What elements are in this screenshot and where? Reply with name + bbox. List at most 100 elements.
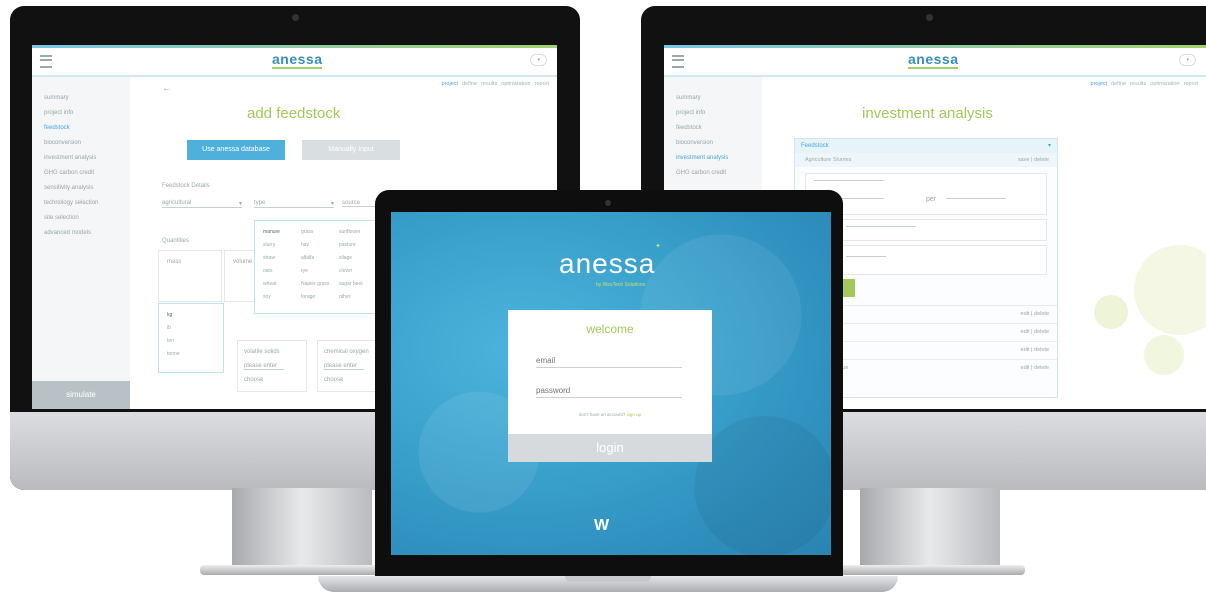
signup-prompt-text: don't have an account? — [578, 412, 626, 417]
chemical-oxygen-input[interactable]: please enter — [324, 363, 364, 370]
signup-link[interactable]: sign up — [627, 412, 642, 417]
nav-link[interactable]: project — [442, 81, 459, 87]
type-select[interactable]: type ▾ — [254, 200, 334, 208]
dropdown-option[interactable]: tonne — [167, 351, 180, 357]
sidebar-item[interactable]: investment analysis — [32, 151, 130, 166]
sidebar-item[interactable]: bioconversion — [664, 136, 762, 151]
sidebar-item[interactable]: technology selection — [32, 196, 130, 211]
dropdown-option[interactable]: slurry — [263, 242, 275, 248]
dropdown-option[interactable]: grass — [301, 229, 313, 235]
hamburger-menu-icon[interactable] — [672, 55, 684, 68]
feedstock-details-label: Feedstock Details — [162, 183, 210, 189]
webcam — [292, 14, 299, 21]
dropdown-option[interactable]: forage — [301, 294, 315, 300]
mass-label: mass — [167, 259, 182, 265]
sidebar-items: summary project info feedstock bioconversio… — [664, 91, 762, 181]
chemical-oxygen-unit[interactable]: choose — [324, 377, 343, 383]
caret-down-icon: ▾ — [238, 201, 242, 207]
email-field[interactable] — [536, 354, 682, 368]
nav-link[interactable]: define — [1111, 81, 1126, 87]
sidebar-item[interactable]: GHG carbon credit — [664, 166, 762, 181]
nav-link[interactable]: results — [481, 81, 497, 87]
hamburger-menu-icon[interactable] — [40, 55, 52, 68]
dropdown-option[interactable]: manure — [263, 229, 280, 235]
dropdown-option[interactable]: pasture — [339, 242, 356, 248]
panel-header[interactable]: Feedstock ▾ — [795, 139, 1057, 153]
right-monitor-foot — [825, 565, 1025, 575]
manual-input-button[interactable]: Manually Input — [302, 140, 400, 160]
dropdown-option[interactable]: other — [339, 294, 350, 300]
user-menu[interactable]: ▾ — [530, 54, 547, 66]
nav-link[interactable]: results — [1130, 81, 1146, 87]
sidebar-item[interactable]: advanced models — [32, 226, 130, 241]
decorative-bubble — [1144, 335, 1184, 375]
left-monitor-stand — [232, 488, 372, 568]
dropdown-option[interactable]: Napier grass — [301, 281, 329, 287]
password-field[interactable] — [536, 384, 682, 398]
decorative-bubble — [1134, 245, 1206, 335]
dropdown-option[interactable]: silage — [339, 255, 352, 261]
dropdown-option[interactable]: straw — [263, 255, 275, 261]
category-select[interactable]: agricultural ▾ — [162, 200, 242, 208]
row-actions[interactable]: edit | delete — [1021, 342, 1049, 359]
category-value: agricultural — [162, 200, 192, 206]
sidebar-item[interactable]: summary — [32, 91, 130, 106]
sidebar-item[interactable]: project info — [32, 106, 130, 121]
nav-link[interactable]: define — [462, 81, 477, 87]
app-header: anessa ▾ — [32, 45, 557, 77]
sidebar-item[interactable]: site selection — [32, 211, 130, 226]
sidebar-item[interactable]: GHG carbon credit — [32, 166, 130, 181]
dropdown-option[interactable]: hay — [301, 242, 309, 248]
type-dropdown: manure grass sunflower slurry hay pasture stra… — [254, 220, 376, 314]
header-accent-line — [32, 45, 557, 48]
nav-link[interactable]: report — [535, 81, 549, 87]
option-select[interactable] — [846, 256, 886, 257]
per-label: per — [926, 196, 937, 203]
tagline: by WesTech Solutions — [596, 282, 646, 288]
volatile-solids-input[interactable]: please enter — [244, 363, 284, 370]
type-label: type — [254, 200, 266, 206]
dropdown-option[interactable]: kg — [167, 312, 172, 318]
row-name: Agriculture Slurries — [805, 157, 852, 163]
nav-link[interactable]: project — [1091, 81, 1108, 87]
sidebar-item[interactable]: investment analysis — [664, 151, 762, 166]
dropdown-option[interactable]: wheat — [263, 281, 276, 287]
dropdown-option[interactable]: lb — [167, 325, 171, 331]
feedstock-row: Agriculture Slurries save | delete — [795, 153, 1057, 167]
sidebar-item[interactable]: bioconversion — [32, 136, 130, 151]
decorative-bubble — [1094, 295, 1128, 329]
login-button[interactable]: login — [508, 434, 712, 462]
sidebar-item[interactable]: feedstock — [664, 121, 762, 136]
period-select[interactable] — [946, 198, 1006, 199]
row-actions[interactable]: edit | delete — [1021, 360, 1049, 377]
nav-link[interactable]: optimization — [1150, 81, 1179, 87]
dropdown-option[interactable]: soy — [263, 294, 271, 300]
dropdown-option[interactable]: oats — [263, 268, 272, 274]
dropdown-option[interactable]: alfalfa — [301, 255, 314, 261]
source-select[interactable] — [814, 180, 884, 181]
sidebar-item[interactable]: sensitivity analysis — [32, 181, 130, 196]
volatile-solids-unit[interactable]: choose — [244, 377, 263, 383]
use-database-button[interactable]: Use anessa database — [187, 140, 285, 160]
sidebar-item[interactable]: feedstock — [32, 121, 130, 136]
row-actions[interactable]: edit | delete — [1021, 324, 1049, 341]
sidebar-item[interactable]: summary — [664, 91, 762, 106]
simulate-button[interactable]: simulate — [32, 381, 130, 409]
dropdown-option[interactable]: sugar beet — [339, 281, 363, 287]
row-actions[interactable]: save | delete — [1018, 153, 1049, 167]
nav-link[interactable]: optimization — [501, 81, 530, 87]
dropdown-option[interactable]: clover — [339, 268, 352, 274]
dropdown-option[interactable]: sunflower — [339, 229, 360, 235]
back-arrow-icon[interactable]: ← — [162, 83, 171, 93]
dropdown-option[interactable]: rye — [301, 268, 308, 274]
dropdown-option[interactable]: ton — [167, 338, 174, 344]
source-label: source — [342, 200, 361, 206]
option-select[interactable] — [846, 226, 916, 227]
nav-link[interactable]: report — [1184, 81, 1198, 87]
user-menu[interactable]: ▾ — [1179, 54, 1196, 66]
chemical-oxygen-label: chemical oxygen — [324, 349, 369, 355]
row-actions[interactable]: edit | delete — [1021, 306, 1049, 323]
sidebar-item[interactable]: project info — [664, 106, 762, 121]
sidebar-items: summary project info feedstock bioconversio… — [32, 91, 130, 241]
chevron-down-icon: ▾ — [1186, 57, 1189, 63]
